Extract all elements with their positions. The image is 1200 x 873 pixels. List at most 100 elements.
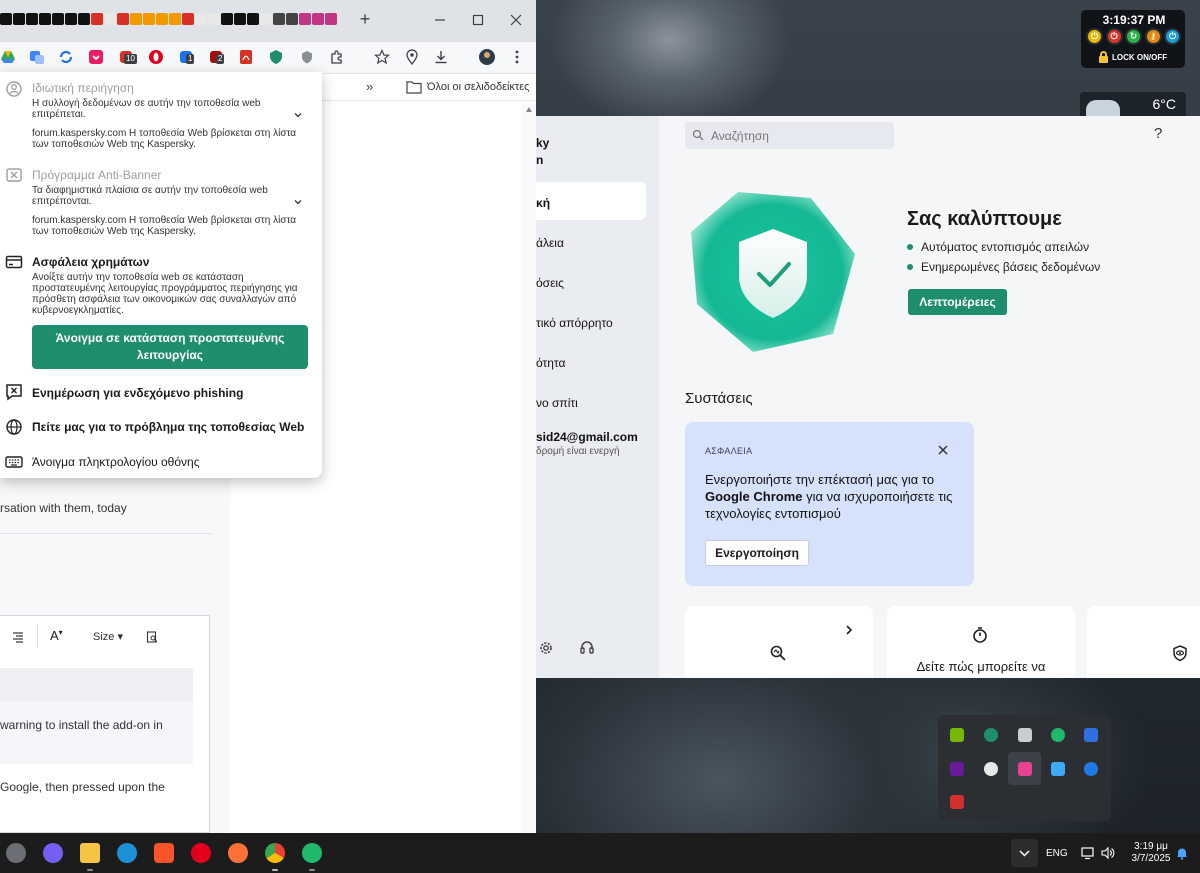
performance-tile[interactable]: Δείτε πώς μπορείτε να	[887, 606, 1075, 678]
align-icon[interactable]	[12, 631, 24, 643]
brave-taskbar-icon[interactable]	[154, 843, 174, 863]
search-box[interactable]	[685, 122, 894, 149]
tab-favicon[interactable]	[234, 13, 246, 25]
app-tray-icon[interactable]	[1018, 762, 1032, 776]
kaspersky-green-shield-icon[interactable]	[268, 49, 284, 65]
bluetooth-tray-icon[interactable]	[1084, 762, 1098, 776]
privacy-tile[interactable]	[1087, 606, 1200, 678]
malwarebytes-tray-icon[interactable]	[1084, 728, 1098, 742]
scroll-up-arrow-icon[interactable]	[525, 106, 533, 114]
tab-favicon[interactable]	[117, 13, 129, 25]
enable-extension-button[interactable]: Ενεργοποίηση	[705, 540, 809, 566]
kaspersky-taskbar-icon[interactable]	[302, 843, 322, 863]
tab-favicon[interactable]	[169, 13, 181, 25]
chevron-down-icon[interactable]	[293, 110, 303, 120]
location-pin-icon[interactable]	[404, 49, 420, 65]
language-indicator[interactable]: ENG	[1046, 848, 1068, 859]
tab-favicon[interactable]	[299, 13, 311, 25]
scan-tile[interactable]	[685, 606, 873, 678]
on-screen-keyboard-item[interactable]: Άνοιγμα πληκτρολογίου οθόνης	[32, 455, 200, 469]
tab-favicon[interactable]	[208, 13, 220, 25]
close-icon[interactable]	[937, 444, 949, 456]
close-window-icon[interactable]	[508, 12, 524, 28]
sidebar-item-smart-home[interactable]: νο σπίτι	[536, 396, 578, 410]
profile-avatar[interactable]	[479, 49, 495, 65]
tab-favicon[interactable]	[312, 13, 324, 25]
details-button[interactable]: Λεπτομέρειες	[908, 289, 1007, 315]
extensions-puzzle-icon[interactable]	[329, 49, 345, 65]
font-size-dropdown[interactable]: Size ▾	[93, 630, 123, 643]
tab-favicon[interactable]	[273, 13, 285, 25]
tab-favicon[interactable]	[156, 13, 168, 25]
gadget-shutdown-icon[interactable]: ⏻	[1105, 28, 1123, 45]
viber-taskbar-icon[interactable]	[43, 843, 63, 863]
usb-tray-icon[interactable]	[1018, 728, 1032, 742]
maximize-icon[interactable]	[470, 12, 486, 28]
google-drive-icon[interactable]	[0, 49, 16, 65]
red-tray-icon[interactable]	[950, 795, 964, 809]
preview-icon[interactable]	[146, 631, 158, 643]
shield-tray-icon[interactable]	[984, 762, 998, 776]
new-tab-button[interactable]: +	[357, 10, 373, 28]
tab-favicon[interactable]	[195, 13, 207, 25]
kaspersky-shield-icon[interactable]	[299, 49, 315, 65]
download-icon[interactable]	[433, 49, 449, 65]
volume-icon[interactable]	[1100, 845, 1116, 861]
tab-favicon[interactable]	[286, 13, 298, 25]
sidebar-item-security[interactable]: άλεια	[536, 236, 564, 250]
chrome-taskbar-icon[interactable]	[265, 843, 285, 863]
tab-favicon[interactable]	[143, 13, 155, 25]
account-email[interactable]: sid24@gmail.com	[536, 430, 638, 444]
bookmarks-overflow-button[interactable]: »	[366, 79, 373, 94]
kaspersky-k-tray-icon[interactable]	[1051, 728, 1065, 742]
sync-extension-icon[interactable]	[58, 49, 74, 65]
search-input[interactable]	[711, 127, 886, 144]
network-icon[interactable]	[1080, 845, 1096, 861]
tab-favicon[interactable]	[260, 13, 272, 25]
chevron-down-icon[interactable]	[293, 197, 303, 207]
all-bookmarks-link[interactable]: Όλοι οι σελιδοδείκτες	[427, 81, 530, 93]
taskbar-clock[interactable]: 3:19 μμ 3/7/2025	[1128, 841, 1174, 865]
translate-icon[interactable]	[29, 49, 45, 65]
settings-gear-icon[interactable]	[538, 640, 554, 656]
headset-icon[interactable]	[579, 640, 595, 656]
text-color-button[interactable]: A▾	[50, 628, 72, 646]
file-explorer-taskbar-icon[interactable]	[80, 843, 100, 863]
tab-favicon[interactable]	[91, 13, 103, 25]
tab-favicon[interactable]	[26, 13, 38, 25]
bookmark-star-icon[interactable]	[374, 49, 390, 65]
help-button[interactable]: ?	[1154, 125, 1162, 142]
gadget-power-icon[interactable]: ⏻	[1086, 28, 1103, 45]
report-site-problem-item[interactable]: Πείτε μας για το πρόβλημα της τοποθεσίας…	[32, 420, 304, 434]
kaspersky-tray-icon[interactable]	[984, 728, 998, 742]
sidebar-item-home[interactable]: κή	[536, 196, 550, 210]
open-protected-mode-button[interactable]: Άνοιγμα σε κατάσταση προστατευμένης λειτο…	[32, 325, 308, 369]
tab-favicon[interactable]	[0, 13, 12, 25]
pdf-icon[interactable]	[238, 49, 254, 65]
more-vert-icon[interactable]	[509, 49, 525, 65]
tab-favicon[interactable]	[65, 13, 77, 25]
opera-icon[interactable]	[148, 49, 164, 65]
tab-favicon[interactable]	[52, 13, 64, 25]
edge-taskbar-icon[interactable]	[117, 843, 137, 863]
tab-favicon[interactable]	[325, 13, 337, 25]
minimize-icon[interactable]	[432, 12, 448, 28]
tab-favicon[interactable]	[39, 13, 51, 25]
show-hidden-icons-button[interactable]	[1011, 839, 1038, 867]
firefox-taskbar-icon[interactable]	[228, 843, 248, 863]
opera-taskbar-icon[interactable]	[191, 843, 211, 863]
download-manager-icon[interactable]	[88, 49, 104, 65]
tab-favicon[interactable]	[13, 13, 25, 25]
sidebar-item-performance[interactable]: όσεις	[536, 276, 564, 290]
tab-favicon[interactable]	[104, 13, 116, 25]
nvidia-tray-icon[interactable]	[950, 728, 964, 742]
onenote-tray-icon[interactable]	[950, 762, 964, 776]
tab-favicon[interactable]	[182, 13, 194, 25]
tab-favicon[interactable]	[247, 13, 259, 25]
gadget-standby-icon[interactable]: ⏻	[1164, 28, 1181, 45]
sidebar-item-privacy[interactable]: τικό απόρρητο	[536, 316, 613, 330]
gadget-restart-icon[interactable]: ↻	[1125, 28, 1142, 45]
tab-favicon[interactable]	[221, 13, 233, 25]
tab-favicon[interactable]	[130, 13, 142, 25]
gadget-lock-row[interactable]: LOCK ON/OFF	[1099, 51, 1167, 63]
